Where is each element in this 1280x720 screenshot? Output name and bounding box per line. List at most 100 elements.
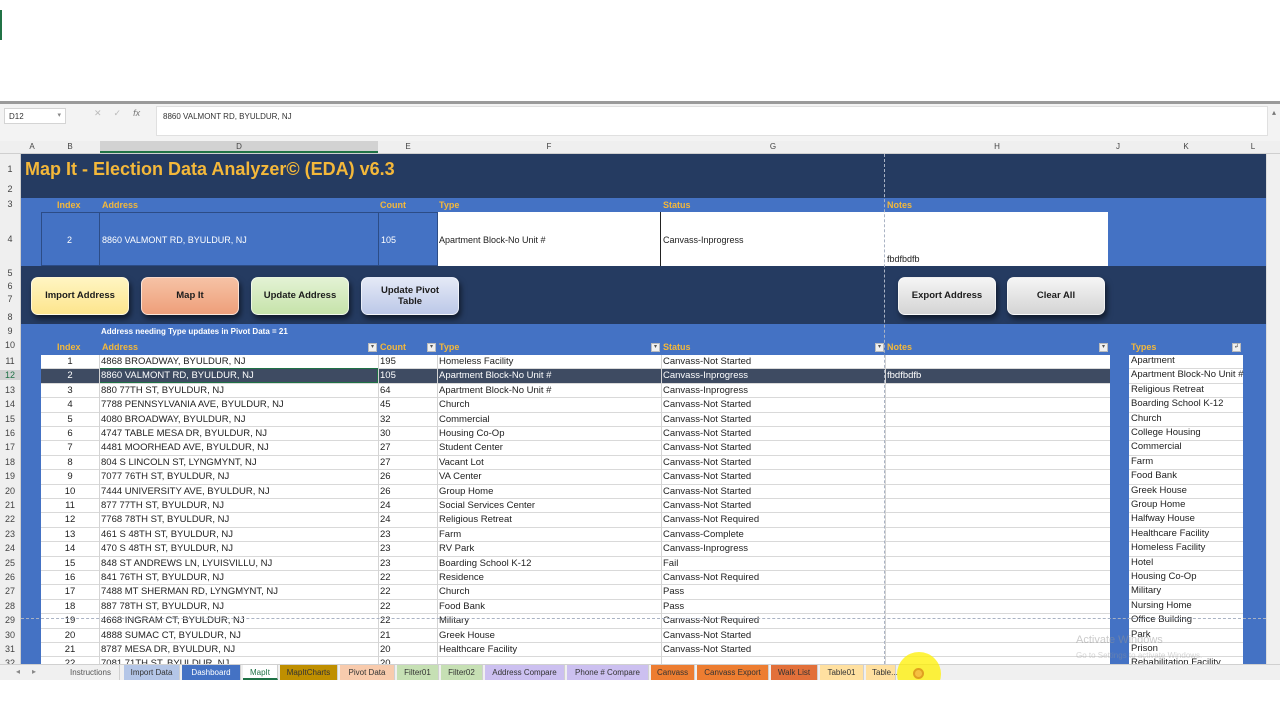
row-status[interactable]: Canvass-Not Started bbox=[663, 630, 751, 641]
row-type[interactable]: Group Home bbox=[439, 486, 493, 497]
row-header[interactable]: 14 bbox=[0, 399, 20, 409]
row-type[interactable]: Food Bank bbox=[439, 601, 485, 612]
row-address[interactable]: 848 ST ANDREWS LN, LYUISVILLU, NJ bbox=[101, 558, 272, 569]
sort-icon[interactable]: ↲ bbox=[1232, 343, 1241, 352]
types-list-item[interactable]: Commercial bbox=[1129, 441, 1243, 456]
row-address[interactable]: 804 S LINCOLN ST, LYNGMYNT, NJ bbox=[101, 457, 257, 468]
row-header[interactable]: 22 bbox=[0, 514, 20, 524]
row-header[interactable]: 5 bbox=[0, 268, 20, 278]
types-list-item[interactable]: Apartment Block-No Unit # bbox=[1129, 369, 1243, 384]
row-type[interactable]: Church bbox=[439, 586, 470, 597]
row-index[interactable]: 13 bbox=[41, 529, 99, 540]
current-status[interactable]: Canvass-Inprogress bbox=[663, 235, 744, 245]
table-row[interactable]: 6 4747 TABLE MESA DR, BYULDUR, NJ 30 Housin… bbox=[41, 427, 1110, 442]
filter-dropdown-icon[interactable]: ▾ bbox=[427, 343, 436, 352]
row-type[interactable]: Farm bbox=[439, 529, 461, 540]
row-count[interactable]: 64 bbox=[380, 385, 391, 396]
row-header[interactable]: 29 bbox=[0, 615, 20, 625]
row-index[interactable]: 1 bbox=[41, 356, 99, 367]
sheet-tab[interactable]: Address Compare bbox=[485, 665, 565, 680]
row-address[interactable]: 880 77TH ST, BYULDUR, NJ bbox=[101, 385, 224, 396]
vertical-scrollbar[interactable] bbox=[1266, 154, 1280, 664]
row-count[interactable]: 23 bbox=[380, 558, 391, 569]
row-type[interactable]: Military bbox=[439, 615, 469, 626]
row-count[interactable]: 45 bbox=[380, 399, 391, 410]
row-count[interactable]: 26 bbox=[380, 471, 391, 482]
row-index[interactable]: 21 bbox=[41, 644, 99, 655]
column-header[interactable]: A bbox=[24, 142, 40, 151]
column-header[interactable]: H bbox=[886, 142, 1108, 151]
row-index[interactable]: 20 bbox=[41, 630, 99, 641]
table-row[interactable]: 8 804 S LINCOLN ST, LYNGMYNT, NJ 27 Vacant … bbox=[41, 455, 1110, 471]
types-list-item[interactable]: Nursing Home bbox=[1129, 599, 1243, 615]
row-index[interactable]: 4 bbox=[41, 399, 99, 410]
table-row[interactable]: 20 4888 SUMAC CT, BYULDUR, NJ 21 Greek Hous… bbox=[41, 628, 1110, 643]
import-address-button[interactable]: Import Address bbox=[31, 277, 129, 315]
row-address[interactable]: 470 S 48TH ST, BYULDUR, NJ bbox=[101, 543, 233, 554]
row-address[interactable]: 7077 76TH ST, BYULDUR, NJ bbox=[101, 471, 229, 482]
row-header[interactable]: 27 bbox=[0, 586, 20, 596]
row-count[interactable]: 195 bbox=[380, 356, 396, 367]
sheet-tab[interactable]: MapItCharts bbox=[280, 665, 338, 680]
table-row[interactable]: 5 4080 BROADWAY, BYULDUR, NJ 32 Commercial C… bbox=[41, 412, 1110, 427]
table-row[interactable]: 15 848 ST ANDREWS LN, LYUISVILLU, NJ 23 Boa… bbox=[41, 556, 1110, 571]
row-address[interactable]: 7488 MT SHERMAN RD, LYNGMYNT, NJ bbox=[101, 586, 278, 597]
column-header[interactable]: K bbox=[1128, 142, 1244, 151]
types-list-item[interactable]: Housing Co-Op bbox=[1129, 571, 1243, 586]
row-status[interactable]: Canvass-Not Started bbox=[663, 356, 751, 367]
types-list-item[interactable]: Farm bbox=[1129, 455, 1243, 471]
row-header[interactable]: 4 bbox=[0, 234, 20, 244]
column-header[interactable]: J bbox=[1112, 142, 1124, 151]
row-header[interactable]: 15 bbox=[0, 414, 20, 424]
types-list-item[interactable]: Hotel bbox=[1129, 556, 1243, 571]
sheet-tab[interactable]: Table... bbox=[866, 665, 898, 680]
sheet-tab[interactable]: Table01 bbox=[820, 665, 864, 680]
row-type[interactable]: Healthcare Facility bbox=[439, 644, 517, 655]
export-address-button[interactable]: Export Address bbox=[898, 277, 996, 315]
table-row[interactable]: 4 7788 PENNSYLVANIA AVE, BYULDUR, NJ 45 Chu… bbox=[41, 398, 1110, 413]
row-header[interactable]: 25 bbox=[0, 558, 20, 568]
row-index[interactable]: 14 bbox=[41, 543, 99, 554]
table-row[interactable]: 1 4868 BROADWAY, BYULDUR, NJ 195 Homeless F… bbox=[41, 355, 1110, 370]
row-header[interactable]: 10 bbox=[0, 340, 20, 350]
fx-icon[interactable]: fx bbox=[133, 108, 140, 124]
row-status[interactable]: Canvass-Not Started bbox=[663, 644, 751, 655]
map-it-button[interactable]: Map It bbox=[141, 277, 239, 315]
row-header[interactable]: 12 bbox=[0, 370, 20, 381]
row-header[interactable]: 28 bbox=[0, 601, 20, 611]
expand-formula-icon[interactable]: ▴ bbox=[1272, 108, 1276, 117]
name-box[interactable]: D12 ▾ bbox=[4, 108, 66, 124]
sheet-tab[interactable]: Instructions bbox=[62, 665, 120, 680]
row-count[interactable]: 30 bbox=[380, 428, 391, 439]
row-count[interactable]: 21 bbox=[380, 630, 391, 641]
row-address[interactable]: 877 77TH ST, BYULDUR, NJ bbox=[101, 500, 224, 511]
row-index[interactable]: 16 bbox=[41, 572, 99, 583]
table-row[interactable]: 18 887 78TH ST, BYULDUR, NJ 22 Food Bank Pas… bbox=[41, 599, 1110, 615]
row-header[interactable]: 30 bbox=[0, 630, 20, 640]
row-address[interactable]: 7444 UNIVERSITY AVE, BYULDUR, NJ bbox=[101, 486, 270, 497]
table-row[interactable]: 21 8787 MESA DR, BYULDUR, NJ 20 Healthcare … bbox=[41, 643, 1110, 658]
row-address[interactable]: 4668 INGRAM CT, BYULDUR, NJ bbox=[101, 615, 245, 626]
row-address[interactable]: 887 78TH ST, BYULDUR, NJ bbox=[101, 601, 224, 612]
column-header[interactable]: B bbox=[42, 142, 98, 151]
row-index[interactable]: 6 bbox=[41, 428, 99, 439]
row-status[interactable]: Canvass-Not Started bbox=[663, 486, 751, 497]
row-status[interactable]: Canvass-Inprogress bbox=[663, 543, 748, 554]
row-count[interactable]: 20 bbox=[380, 644, 391, 655]
row-index[interactable]: 12 bbox=[41, 514, 99, 525]
row-address[interactable]: 4868 BROADWAY, BYULDUR, NJ bbox=[101, 356, 245, 367]
row-count[interactable]: 22 bbox=[380, 586, 391, 597]
row-address[interactable]: 4888 SUMAC CT, BYULDUR, NJ bbox=[101, 630, 241, 641]
row-status[interactable]: Canvass-Not Started bbox=[663, 457, 751, 468]
current-notes[interactable]: fbdfbdfb bbox=[887, 254, 920, 264]
row-type[interactable]: Vacant Lot bbox=[439, 457, 484, 468]
current-type[interactable]: Apartment Block-No Unit # bbox=[439, 235, 546, 245]
row-header[interactable]: 3 bbox=[0, 199, 20, 209]
row-type[interactable]: RV Park bbox=[439, 543, 474, 554]
types-list-item[interactable]: Halfway House bbox=[1129, 513, 1243, 528]
chevron-down-icon[interactable]: ▾ bbox=[57, 111, 61, 119]
row-header[interactable]: 9 bbox=[0, 326, 20, 336]
column-header[interactable]: E bbox=[380, 142, 436, 151]
row-header[interactable]: 8 bbox=[0, 312, 20, 322]
table-row[interactable]: 3 880 77TH ST, BYULDUR, NJ 64 Apartment Blo… bbox=[41, 383, 1110, 399]
